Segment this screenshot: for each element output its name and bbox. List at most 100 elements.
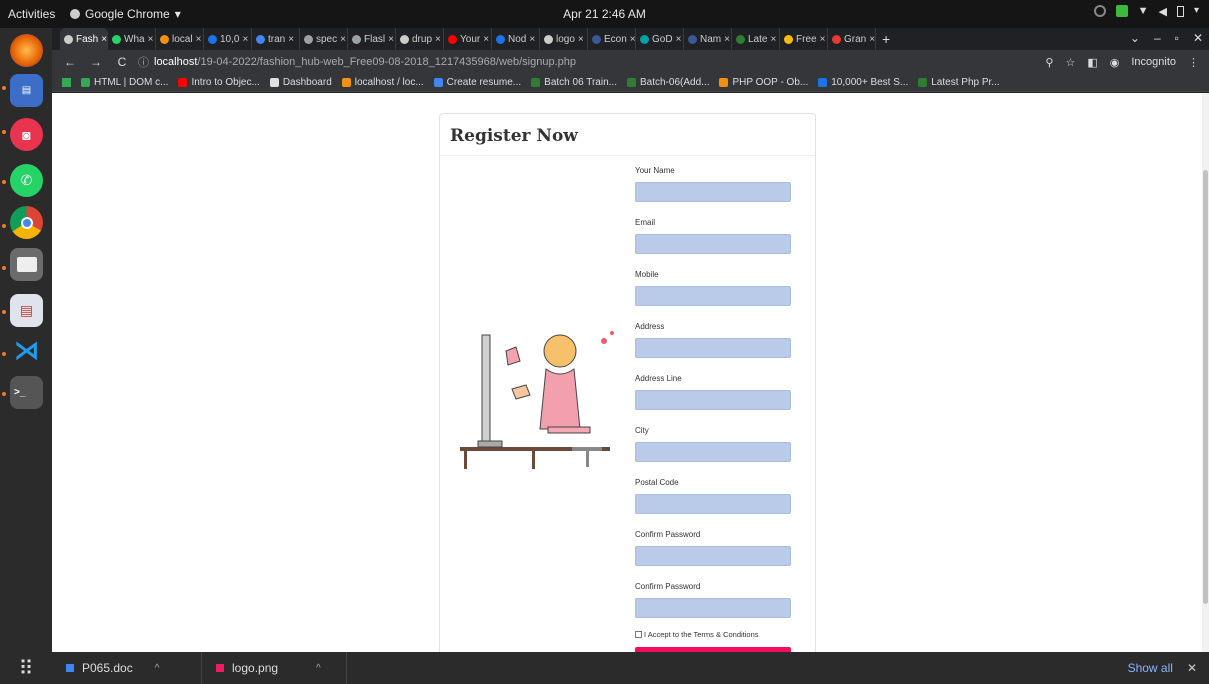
tab[interactable]: logo × (540, 28, 588, 50)
form-input[interactable] (635, 286, 791, 306)
clock[interactable]: Apr 21 2:46 AM (0, 7, 1209, 21)
tab[interactable]: Fash × (60, 28, 108, 50)
chrome-icon[interactable] (10, 206, 43, 239)
files-icon[interactable] (10, 248, 43, 281)
incognito-label[interactable]: Incognito (1131, 56, 1176, 68)
tab[interactable]: local × (156, 28, 204, 50)
tab-close-icon[interactable]: × (288, 34, 294, 45)
whatsapp-icon[interactable]: ✆ (10, 164, 43, 197)
tab[interactable]: 10,0 × (204, 28, 252, 50)
terminal-icon[interactable]: >_ (10, 376, 43, 409)
bookmark-item[interactable]: localhost / loc... (341, 77, 424, 88)
tab[interactable]: spec × (300, 28, 348, 50)
tab-list-icon[interactable]: ⌄ (1130, 31, 1140, 45)
chat-app-icon[interactable]: ◙ (10, 118, 43, 151)
tab[interactable]: tran × (252, 28, 300, 50)
download-item[interactable]: logo.png ^ (202, 652, 347, 684)
field-label: City (635, 426, 649, 435)
bookmark-item[interactable]: HTML | DOM c... (81, 77, 168, 88)
system-tray[interactable]: ▼ ◀ ▾ (1093, 5, 1199, 18)
show-all-button[interactable]: Show all (1128, 661, 1173, 675)
running-indicator (2, 86, 6, 90)
form-input[interactable] (635, 494, 791, 514)
terms-checkbox[interactable] (635, 631, 642, 638)
bookmark-label: Batch 06 Train... (544, 77, 617, 88)
bookmark-item[interactable]: Create resume... (433, 77, 521, 88)
tab-close-icon[interactable]: × (196, 34, 202, 45)
download-item[interactable]: P065.doc ^ (52, 652, 202, 684)
chevron-up-icon[interactable]: ^ (316, 663, 321, 674)
bookmark-item[interactable]: 10,000+ Best S... (818, 77, 908, 88)
form-input[interactable] (635, 338, 791, 358)
form-input[interactable] (635, 390, 791, 410)
tab-close-icon[interactable]: × (148, 34, 154, 45)
apps-grid-icon[interactable] (62, 78, 71, 87)
bookmark-item[interactable]: Batch 06 Train... (531, 77, 617, 88)
tab[interactable]: drup × (396, 28, 444, 50)
form-input[interactable] (635, 234, 791, 254)
tab[interactable]: Gran × (828, 28, 876, 50)
close-icon[interactable]: ✕ (1187, 661, 1197, 675)
running-indicator (2, 352, 6, 356)
maximize-icon[interactable]: ▫ (1175, 31, 1179, 45)
tab-close-icon[interactable]: × (578, 34, 584, 45)
tab-search-icon[interactable]: ◧ (1087, 56, 1097, 69)
close-icon[interactable]: ✕ (1193, 31, 1203, 45)
scrollbar-thumb[interactable] (1203, 170, 1208, 604)
reload-icon[interactable]: C (114, 55, 130, 69)
bookmark-item[interactable]: Dashboard (269, 77, 332, 88)
vscode-icon[interactable]: ⋊ (10, 334, 43, 367)
tab[interactable]: Your × (444, 28, 492, 50)
new-tab-icon[interactable]: + (882, 31, 890, 47)
tab-close-icon[interactable]: × (869, 34, 875, 45)
tab[interactable]: Nod × (492, 28, 540, 50)
tab[interactable]: Late × (732, 28, 780, 50)
app-menu[interactable]: Google Chrome ▾ (70, 7, 181, 21)
url-host: localhost (154, 56, 198, 68)
back-icon[interactable]: ← (62, 55, 78, 69)
tab-close-icon[interactable]: × (676, 34, 682, 45)
star-icon[interactable]: ☆ (1065, 56, 1075, 69)
text-editor-icon[interactable]: ▤ (10, 74, 43, 107)
document-viewer-icon[interactable]: ▤ (10, 294, 43, 327)
field-label: Confirm Password (635, 582, 701, 591)
tab-close-icon[interactable]: × (724, 34, 730, 45)
tab-close-icon[interactable]: × (101, 34, 107, 45)
tab-close-icon[interactable]: × (630, 34, 635, 45)
tab[interactable]: Econ × (588, 28, 636, 50)
tab[interactable]: Flasl × (348, 28, 396, 50)
tab-close-icon[interactable]: × (770, 34, 776, 45)
forward-icon[interactable]: → (88, 55, 104, 69)
show-applications-icon[interactable]: ⠿ (0, 652, 52, 684)
zoom-icon[interactable]: ⚲ (1045, 56, 1053, 69)
bookmark-item[interactable]: Latest Php Pr... (918, 77, 1000, 88)
form-input[interactable] (635, 546, 791, 566)
form-input[interactable] (635, 598, 791, 618)
tab-close-icon[interactable]: × (242, 34, 248, 45)
form-input[interactable] (635, 442, 791, 462)
tab-close-icon[interactable]: × (435, 34, 441, 45)
bookmark-item[interactable]: PHP OOP - Ob... (719, 77, 808, 88)
url-input[interactable]: ⓘ localhost/19-04-2022/fashion_hub-web_F… (138, 54, 576, 70)
bookmark-item[interactable]: Intro to Objec... (178, 77, 260, 88)
scrollbar[interactable] (1202, 93, 1209, 652)
page-viewport: Register Now Your Name Email Mobile Address… (52, 93, 1202, 652)
form-input[interactable] (635, 182, 791, 202)
firefox-icon[interactable] (10, 34, 43, 67)
tab-close-icon[interactable]: × (529, 34, 535, 45)
minimize-icon[interactable]: – (1154, 31, 1161, 45)
tab[interactable]: Free × (780, 28, 828, 50)
tab[interactable]: Nam × (684, 28, 732, 50)
tab[interactable]: GoD × (636, 28, 684, 50)
bookmark-item[interactable]: Batch-06(Add... (626, 77, 709, 88)
tab-close-icon[interactable]: × (340, 34, 346, 45)
bookmark-favicon-icon (178, 78, 188, 87)
tab[interactable]: Wha × (108, 28, 156, 50)
tab-close-icon[interactable]: × (483, 34, 489, 45)
tab-label: logo (556, 33, 575, 45)
chevron-up-icon[interactable]: ^ (155, 663, 160, 674)
tab-close-icon[interactable]: × (820, 34, 826, 45)
tab-close-icon[interactable]: × (388, 34, 394, 45)
activities-button[interactable]: Activities (8, 7, 55, 21)
kebab-menu-icon[interactable]: ⋮ (1188, 56, 1199, 69)
